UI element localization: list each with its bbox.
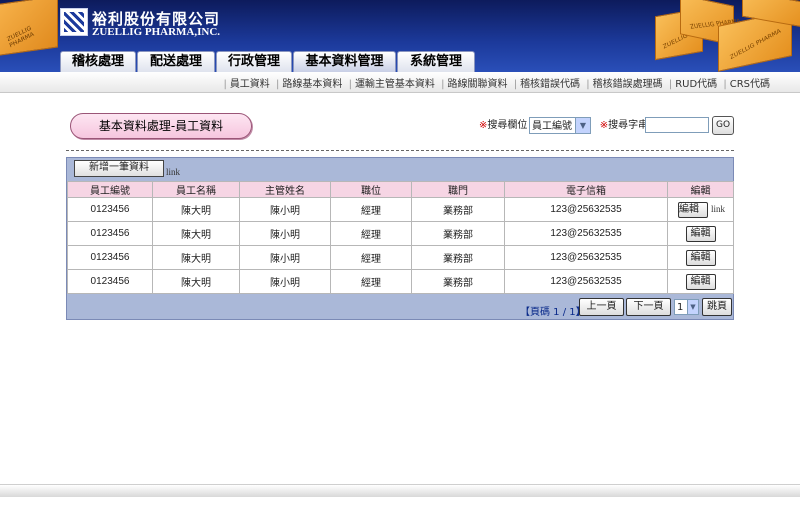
cell-employee-name: 陳大明 <box>152 221 240 246</box>
page-title: 基本資料處理-員工資料 <box>70 113 252 139</box>
add-record-button[interactable]: 新增一筆資料 <box>74 160 164 177</box>
table-row: 0123456 陳大明 陳小明 經理 業務部 123@25632535 編輯 li… <box>67 197 734 222</box>
cell-email: 123@25632535 <box>504 269 668 294</box>
search-keyword-label: 搜尋字串 <box>608 120 649 131</box>
employee-table: 員工編號 員工名稱 主管姓名 職位 職門 電子信箱 編輯 0123456 陳大明… <box>67 181 734 294</box>
cell-department: 業務部 <box>411 245 505 270</box>
cell-email: 123@25632535 <box>504 221 668 246</box>
table-header-row: 員工編號 員工名稱 主管姓名 職位 職門 電子信箱 編輯 <box>67 181 734 198</box>
chevron-down-icon[interactable]: ▼ <box>575 118 590 133</box>
go-button[interactable]: GO <box>712 116 734 135</box>
subnav-route[interactable]: 路線基本資料 <box>282 79 342 90</box>
cell-position: 經理 <box>330 245 412 270</box>
tab-admin[interactable]: 行政管理 <box>216 51 292 72</box>
cell-edit: 編輯 link <box>667 197 734 222</box>
col-header-edit: 編輯 <box>667 181 734 198</box>
subnav-transport-manager[interactable]: 運輸主管基本資料 <box>355 79 435 90</box>
required-mark: ※ <box>599 120 609 131</box>
subnav-rud-code[interactable]: RUD代碼 <box>675 79 717 90</box>
cell-employee-name: 陳大明 <box>152 245 240 270</box>
col-header-email[interactable]: 電子信箱 <box>504 181 668 198</box>
add-record-link[interactable]: link <box>166 167 180 177</box>
cell-edit: 編輯 <box>667 269 734 294</box>
next-page-button[interactable]: 下一頁 <box>626 298 671 316</box>
cell-position: 經理 <box>330 197 412 222</box>
subnav-audit-handling-code[interactable]: 稽核錯誤處理碼 <box>593 79 663 90</box>
cell-employee-id: 0123456 <box>67 269 153 294</box>
col-header-employee-id[interactable]: 員工編號 <box>67 181 153 198</box>
search-input[interactable] <box>645 117 709 133</box>
tab-master-data[interactable]: 基本資料管理 <box>293 51 396 72</box>
cell-position: 經理 <box>330 269 412 294</box>
search-field-select[interactable]: 員工編號 ▼ <box>529 117 591 134</box>
edit-button[interactable]: 編輯 <box>685 273 716 290</box>
search-field-value: 員工編號 <box>532 121 572 132</box>
cell-email: 123@25632535 <box>504 245 668 270</box>
table-row: 0123456 陳大明 陳小明 經理 業務部 123@25632535 編輯 <box>67 221 734 246</box>
table-row: 0123456 陳大明 陳小明 經理 業務部 123@25632535 編輯 <box>67 269 734 294</box>
cell-edit: 編輯 <box>667 245 734 270</box>
cell-position: 經理 <box>330 221 412 246</box>
subnav-route-relation[interactable]: 路線關聯資料 <box>448 79 508 90</box>
tab-system[interactable]: 系統管理 <box>397 51 475 72</box>
col-header-department[interactable]: 職門 <box>411 181 505 198</box>
jump-page-button[interactable]: 跳頁 <box>702 298 732 316</box>
edit-link[interactable]: link <box>711 204 725 214</box>
header-banner: ZUELLIG PHARMA 裕利股份有限公司 ZUELLIG PHARMA,I… <box>0 0 800 72</box>
page-select-value: 1 <box>677 302 684 313</box>
col-header-employee-name[interactable]: 員工名稱 <box>152 181 240 198</box>
col-header-manager-name[interactable]: 主管姓名 <box>239 181 331 198</box>
cell-employee-id: 0123456 <box>67 197 153 222</box>
employee-grid: 新增一筆資料 link 員工編號 員工名稱 主管姓名 職位 職門 電子信箱 編輯… <box>66 157 734 320</box>
cell-employee-name: 陳大明 <box>152 269 240 294</box>
subnav-audit-error-code[interactable]: 稽核錯誤代碼 <box>520 79 580 90</box>
cell-employee-name: 陳大明 <box>152 197 240 222</box>
table-row: 0123456 陳大明 陳小明 經理 業務部 123@25632535 編輯 <box>67 245 734 270</box>
main-tab-bar: 稽核處理 配送處理 行政管理 基本資料管理 系統管理 <box>0 50 800 72</box>
cell-employee-id: 0123456 <box>67 221 153 246</box>
edit-button[interactable]: 編輯 <box>685 249 716 266</box>
cell-department: 業務部 <box>411 269 505 294</box>
pagination-bar: 【頁碼 1 / 1】 上一頁 下一頁 1 ▼ 跳頁 <box>67 295 733 319</box>
sub-navigation: | 員工資料 | 路線基本資料 | 運輸主管基本資料 | 路線關聯資料 | 稽核錯誤代碼 … <box>0 72 800 93</box>
col-header-position[interactable]: 職位 <box>330 181 412 198</box>
chevron-down-icon[interactable]: ▼ <box>687 300 698 314</box>
footer-bar <box>0 484 800 497</box>
cell-edit: 編輯 <box>667 221 734 246</box>
cell-email: 123@25632535 <box>504 197 668 222</box>
cell-manager-name: 陳小明 <box>239 197 331 222</box>
company-name-en: ZUELLIG PHARMA,INC. <box>92 26 221 38</box>
search-field-label: 搜尋欄位 <box>487 120 528 131</box>
carton-box-graphic: ZUELLIG PHARMA <box>0 0 58 57</box>
zuellig-logo-icon <box>60 8 88 36</box>
edit-button[interactable]: 編輯 <box>678 201 708 218</box>
cell-manager-name: 陳小明 <box>239 245 331 270</box>
edit-button[interactable]: 編輯 <box>685 225 716 242</box>
page-select[interactable]: 1 ▼ <box>674 299 699 315</box>
cell-manager-name: 陳小明 <box>239 269 331 294</box>
prev-page-button[interactable]: 上一頁 <box>579 298 624 316</box>
cell-employee-id: 0123456 <box>67 245 153 270</box>
tab-audit[interactable]: 稽核處理 <box>60 51 136 72</box>
cell-department: 業務部 <box>411 197 505 222</box>
cell-department: 業務部 <box>411 221 505 246</box>
divider <box>66 150 734 151</box>
tab-delivery[interactable]: 配送處理 <box>137 51 215 72</box>
subnav-employee[interactable]: 員工資料 <box>230 79 270 90</box>
page-indicator: 【頁碼 1 / 1】 <box>520 307 586 318</box>
cell-manager-name: 陳小明 <box>239 221 331 246</box>
subnav-crs-code[interactable]: CRS代碼 <box>730 79 770 90</box>
